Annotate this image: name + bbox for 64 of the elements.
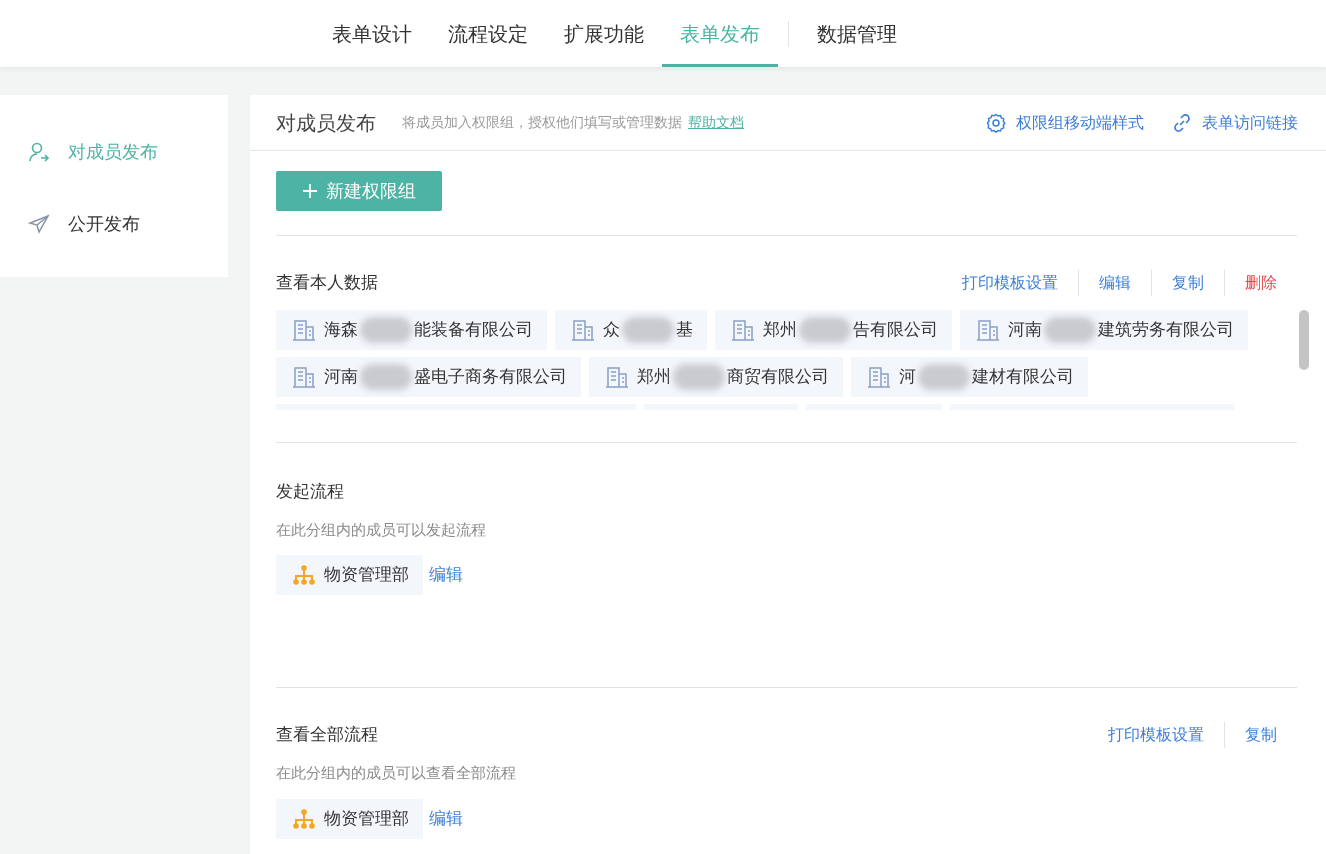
name-part: 郑州 bbox=[637, 366, 671, 389]
building-icon bbox=[605, 365, 629, 389]
blurred-patch bbox=[622, 317, 674, 343]
group-description: 在此分组内的成员可以发起流程 bbox=[276, 519, 487, 540]
name-part: 盛电子商务有限公司 bbox=[414, 366, 567, 389]
nav-tab[interactable]: 扩展功能 bbox=[546, 0, 662, 67]
building-icon bbox=[571, 318, 595, 342]
name-part: 建筑劳务有限公司 bbox=[1098, 319, 1234, 342]
name-part: 海森 bbox=[324, 319, 358, 342]
nav-tab[interactable]: 数据管理 bbox=[799, 0, 915, 67]
building-icon bbox=[731, 318, 755, 342]
paper-plane-icon bbox=[28, 213, 50, 235]
link-icon bbox=[1172, 112, 1192, 133]
edit-link[interactable]: 编辑 bbox=[429, 805, 463, 832]
name-part: 河南 bbox=[1008, 319, 1042, 342]
name-part: 河南 bbox=[324, 366, 358, 389]
group-title: 查看本人数据 bbox=[276, 272, 378, 295]
blurred-patch bbox=[360, 364, 412, 390]
building-icon bbox=[867, 365, 891, 389]
building-icon bbox=[292, 318, 316, 342]
org-chart-icon bbox=[292, 806, 316, 831]
help-link[interactable]: 帮助文档 bbox=[688, 112, 744, 133]
plus-icon bbox=[302, 183, 318, 199]
sidebar-item[interactable]: 公开发布 bbox=[0, 205, 228, 243]
name-part: 众 bbox=[603, 319, 620, 342]
edit-link[interactable]: 编辑 bbox=[429, 562, 463, 588]
group-title: 发起流程 bbox=[276, 481, 344, 503]
settings-icon bbox=[986, 112, 1006, 133]
section-title: 对成员发布 bbox=[276, 110, 376, 136]
group-action-link[interactable]: 打印模板设置 bbox=[1108, 723, 1204, 747]
blurred-patch bbox=[673, 364, 725, 390]
hint-text: 将成员加入权限组，授权他们填写或管理数据 bbox=[402, 113, 682, 132]
name-part: 告有限公司 bbox=[853, 319, 938, 342]
department-name: 物资管理部 bbox=[324, 564, 409, 587]
nav-tab[interactable]: 流程设定 bbox=[430, 0, 546, 67]
name-part: 基 bbox=[676, 319, 693, 342]
blurred-patch bbox=[799, 317, 851, 343]
scrollbar-thumb[interactable] bbox=[1299, 310, 1309, 370]
name-part: 能装备有限公司 bbox=[414, 319, 533, 342]
name-part: 河 bbox=[899, 366, 916, 389]
nav-tab[interactable]: 表单设计 bbox=[314, 0, 430, 67]
user-icon bbox=[28, 141, 50, 163]
name-part: 建材有限公司 bbox=[972, 366, 1074, 389]
group-action-link[interactable]: 打印模板设置 bbox=[962, 271, 1058, 295]
nav-tab[interactable]: 表单发布 bbox=[662, 0, 778, 67]
new-group-button[interactable]: 新建权限组 bbox=[276, 171, 442, 211]
group-action-link[interactable]: 编辑 bbox=[1099, 271, 1131, 295]
org-chart-icon bbox=[292, 563, 316, 587]
header-link[interactable]: 权限组移动端样式 bbox=[986, 110, 1144, 135]
header-link[interactable]: 表单访问链接 bbox=[1172, 110, 1298, 135]
name-part: 商贸有限公司 bbox=[727, 366, 829, 389]
building-icon bbox=[976, 318, 1000, 342]
group-action-link[interactable]: 删除 bbox=[1245, 271, 1277, 295]
group-action-link[interactable]: 复制 bbox=[1245, 723, 1277, 747]
blurred-patch bbox=[360, 317, 412, 343]
sidebar-item[interactable]: 对成员发布 bbox=[0, 133, 228, 171]
blurred-patch bbox=[1044, 317, 1096, 343]
group-action-link[interactable]: 复制 bbox=[1172, 271, 1204, 295]
name-part: 郑州 bbox=[763, 319, 797, 342]
group-title: 查看全部流程 bbox=[276, 724, 378, 747]
building-icon bbox=[292, 365, 316, 389]
blurred-patch bbox=[918, 364, 970, 390]
group-description: 在此分组内的成员可以查看全部流程 bbox=[276, 763, 517, 783]
department-name: 物资管理部 bbox=[324, 807, 409, 830]
